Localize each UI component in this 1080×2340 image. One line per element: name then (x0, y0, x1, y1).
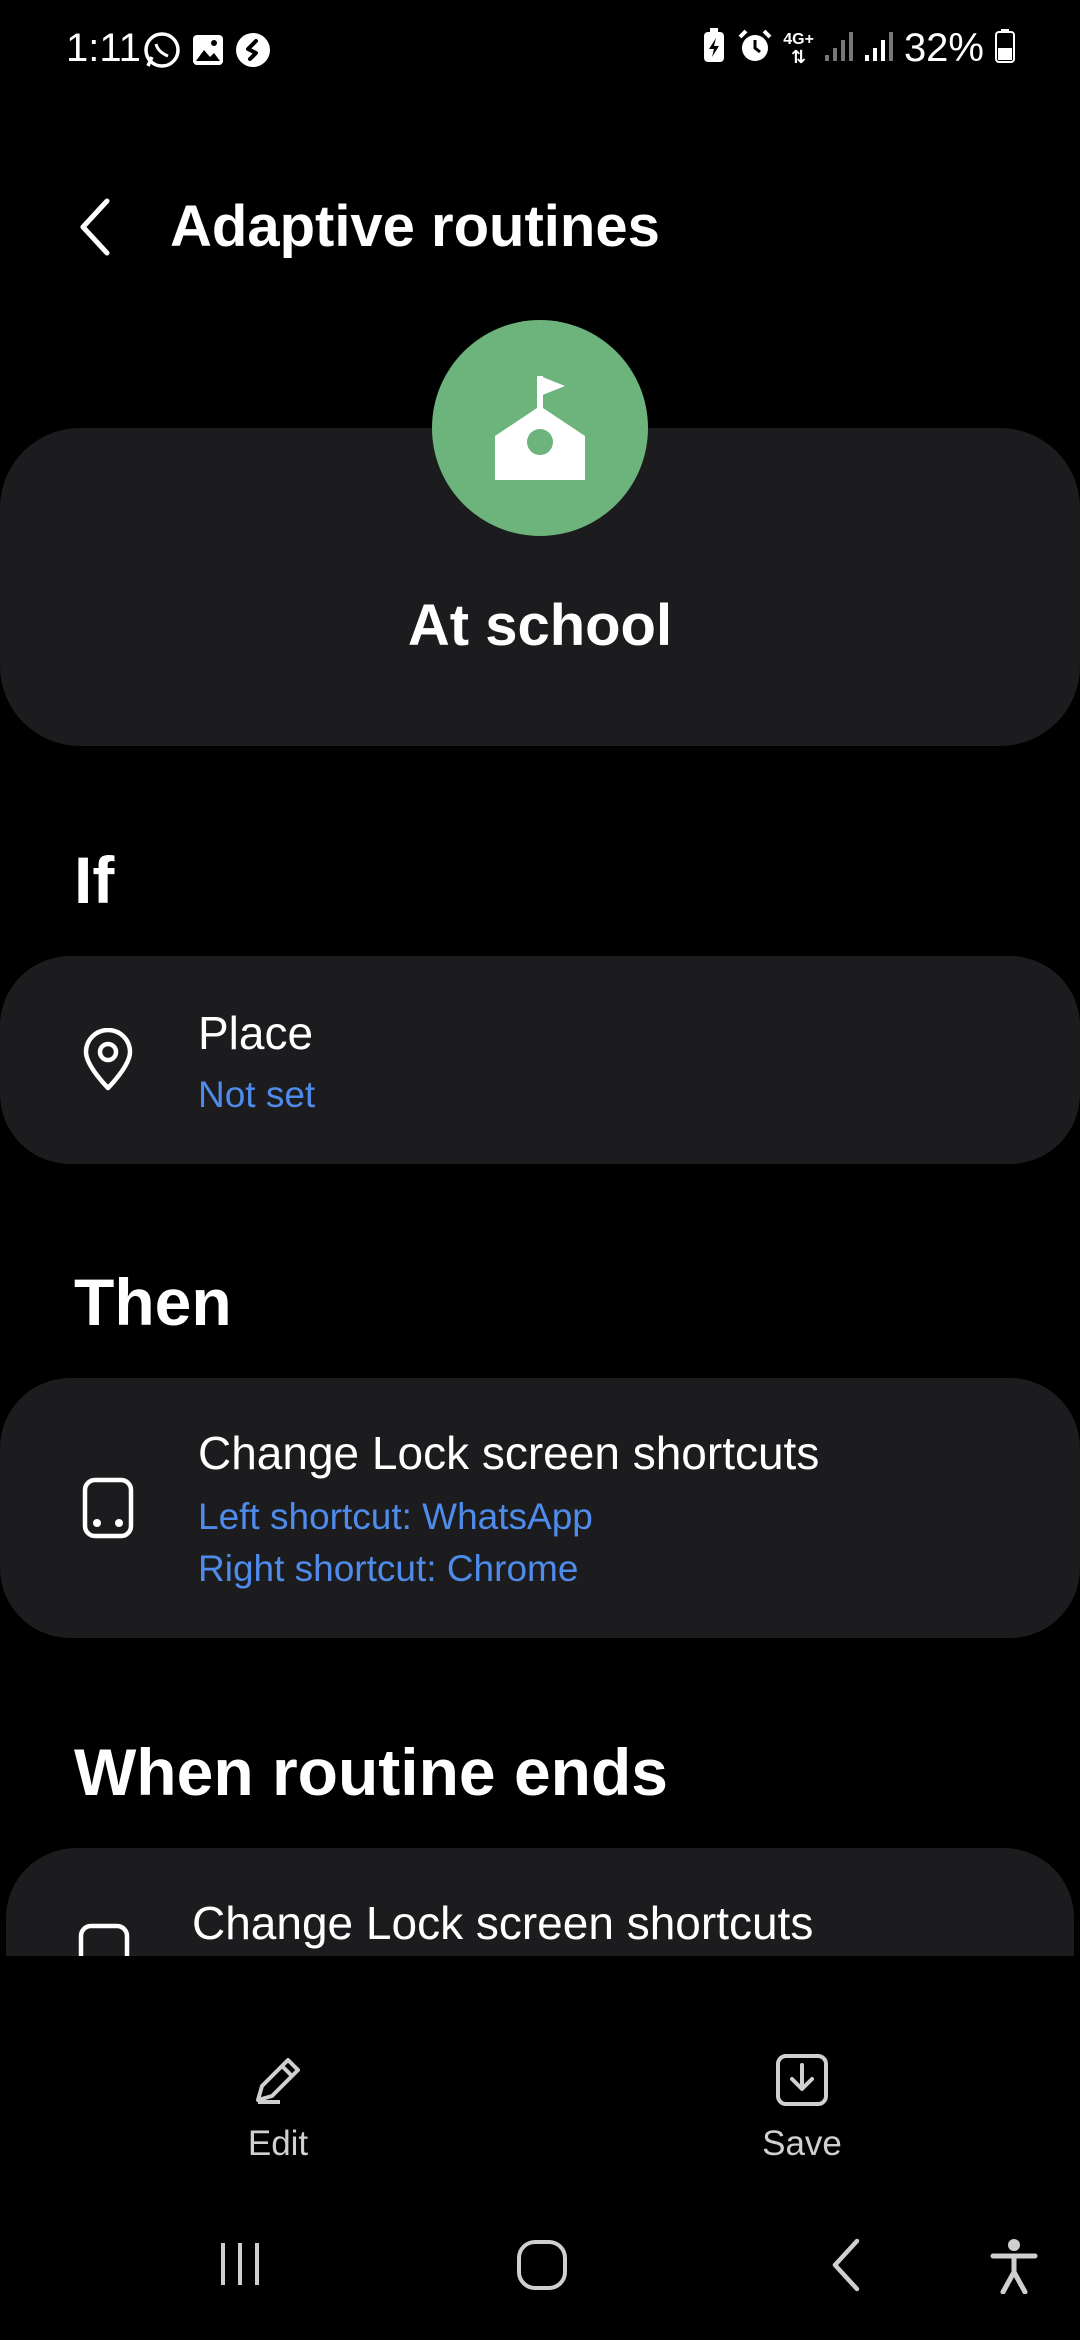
back-button[interactable] (70, 190, 120, 264)
ends-heading: When routine ends (74, 1735, 668, 1809)
back-icon[interactable] (810, 2230, 880, 2300)
network-type-label: 4G+ (783, 30, 814, 48)
if-condition-card[interactable] (0, 956, 1080, 1164)
status-time: 1:11 (66, 26, 141, 70)
shazam-icon (234, 31, 272, 74)
save-button[interactable]: Save (724, 2050, 880, 2164)
then-action-title: Change Lock screen shortcuts (198, 1427, 820, 1479)
then-heading: Then (74, 1265, 232, 1339)
save-download-icon (776, 2054, 828, 2106)
status-notification-icons (142, 30, 272, 75)
network-4g-icon: 4G+ ⇅ (783, 30, 814, 67)
then-action-line2: Right shortcut: Chrome (198, 1548, 579, 1589)
if-heading: If (74, 843, 115, 917)
ends-action-title: Change Lock screen shortcuts (192, 1897, 814, 1949)
accessibility-icon[interactable] (982, 2234, 1046, 2298)
whatsapp-icon (142, 30, 182, 75)
page-title: Adaptive routines (170, 194, 660, 259)
alarm-icon (737, 28, 773, 69)
chevron-left-icon (80, 198, 110, 256)
then-action-line1: Left shortcut: WhatsApp (198, 1496, 593, 1537)
if-condition-title: Place (198, 1007, 314, 1059)
phone-shortcuts-icon (74, 1474, 142, 1542)
home-icon[interactable] (502, 2230, 582, 2300)
location-pin-icon (74, 1026, 142, 1094)
routine-icon-button[interactable] (432, 320, 648, 536)
pencil-icon (256, 2058, 300, 2104)
edit-label: Edit (247, 2124, 309, 2163)
save-label: Save (762, 2124, 842, 2163)
status-system-icons: 4G+ ⇅ 32% (701, 26, 1016, 71)
gallery-icon (190, 32, 226, 73)
signal-1-icon (824, 29, 854, 68)
ends-action-card-clip: Change Lock screen shortcuts (0, 1848, 1080, 1956)
signal-2-icon (864, 29, 894, 68)
battery-icon (994, 28, 1016, 69)
if-condition-subtitle: Not set (198, 1074, 316, 1115)
battery-percent: 32% (903, 26, 984, 70)
edit-button[interactable]: Edit (200, 2050, 356, 2164)
status-bar: 1:11 4G+ ⇅ 32% (0, 0, 1080, 104)
routine-name: At school (407, 593, 673, 658)
battery-saver-icon (701, 27, 727, 70)
school-icon (495, 376, 585, 480)
phone-shortcuts-icon (70, 1920, 138, 1956)
recent-apps-icon[interactable] (200, 2234, 280, 2294)
